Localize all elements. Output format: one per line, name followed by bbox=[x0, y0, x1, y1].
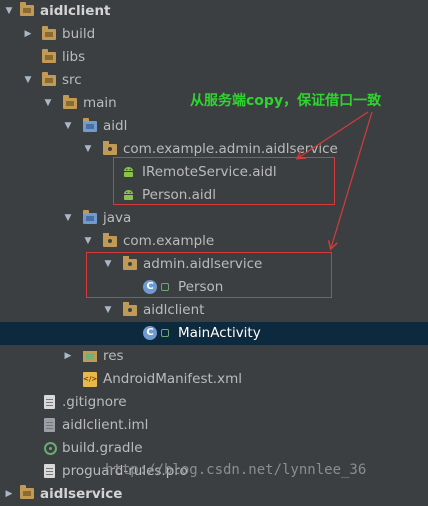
expand-arrow-icon[interactable]: ▼ bbox=[3, 0, 15, 23]
collapsed-arrow-icon[interactable]: ▶ bbox=[22, 23, 34, 46]
collapsed-arrow-icon[interactable]: ▶ bbox=[3, 483, 15, 506]
text-file-icon bbox=[44, 464, 55, 478]
source-folder-icon bbox=[83, 118, 97, 132]
tree-item-aidlclient[interactable]: ▼ aidlclient bbox=[0, 0, 428, 23]
tree-item-libs[interactable]: libs bbox=[0, 46, 428, 69]
tree-item-build[interactable]: ▶ build bbox=[0, 23, 428, 46]
tree-item-label: aidl bbox=[103, 118, 128, 134]
expand-arrow-icon[interactable]: ▼ bbox=[82, 230, 94, 253]
expand-arrow-icon[interactable]: ▼ bbox=[62, 115, 74, 138]
folder-icon bbox=[42, 49, 56, 63]
tree-item-src[interactable]: ▼ src bbox=[0, 69, 428, 92]
tree-item-label: build bbox=[62, 26, 96, 42]
folder-icon bbox=[63, 95, 77, 109]
tree-item-aidl[interactable]: ▼ aidl bbox=[0, 115, 428, 138]
tree-item-aidlservice[interactable]: ▶ aidlservice bbox=[0, 483, 428, 506]
module-folder-icon bbox=[20, 2, 34, 16]
collapsed-arrow-icon[interactable]: ▶ bbox=[62, 345, 74, 368]
tree-item-label: com.example bbox=[123, 233, 215, 249]
tree-item-gitignore[interactable]: .gitignore bbox=[0, 391, 428, 414]
tree-item-label: res bbox=[103, 348, 124, 364]
lock-icon bbox=[161, 329, 169, 337]
tree-item-res[interactable]: ▶ res bbox=[0, 345, 428, 368]
tree-item-java[interactable]: ▼ java bbox=[0, 207, 428, 230]
tree-item-client-package[interactable]: ▼ aidlclient bbox=[0, 299, 428, 322]
tree-item-label: AndroidManifest.xml bbox=[103, 371, 242, 387]
tree-item-build-gradle[interactable]: build.gradle bbox=[0, 437, 428, 460]
highlight-box-service-package bbox=[86, 252, 332, 298]
expand-arrow-icon[interactable]: ▼ bbox=[82, 138, 94, 161]
tree-item-label: java bbox=[103, 210, 132, 226]
tree-item-label: src bbox=[62, 72, 82, 88]
text-file-icon bbox=[44, 395, 55, 409]
tree-item-label: aidlclient bbox=[40, 3, 111, 19]
tree-item-label: main bbox=[83, 95, 117, 111]
expand-arrow-icon[interactable]: ▼ bbox=[42, 92, 54, 115]
annotation-text: 从服务端copy，保证借口一致 bbox=[190, 93, 382, 109]
module-file-icon bbox=[44, 418, 55, 432]
resource-folder-icon bbox=[83, 351, 97, 362]
gradle-icon bbox=[44, 442, 57, 455]
watermark-text: http://blog.csdn.net/lynnlee_36 bbox=[105, 462, 367, 478]
class-icon: C bbox=[143, 326, 157, 340]
tree-item-java-package[interactable]: ▼ com.example bbox=[0, 230, 428, 253]
source-folder-icon bbox=[83, 210, 97, 224]
folder-icon bbox=[42, 26, 56, 40]
tree-item-mainactivity[interactable]: C MainActivity bbox=[0, 322, 428, 345]
package-icon bbox=[123, 302, 137, 316]
tree-item-manifest[interactable]: </> AndroidManifest.xml bbox=[0, 368, 428, 391]
tree-item-label: libs bbox=[62, 49, 86, 65]
package-icon bbox=[103, 233, 117, 247]
tree-item-label: aidlclient.iml bbox=[62, 417, 149, 433]
expand-arrow-icon[interactable]: ▼ bbox=[102, 299, 114, 322]
highlight-box-aidl-files bbox=[113, 157, 335, 205]
tree-item-label: build.gradle bbox=[62, 440, 143, 456]
expand-arrow-icon[interactable]: ▼ bbox=[62, 207, 74, 230]
tree-item-label: aidlservice bbox=[40, 486, 123, 502]
tree-item-label: aidlclient bbox=[143, 302, 205, 318]
tree-item-iml[interactable]: aidlclient.iml bbox=[0, 414, 428, 437]
tree-item-label: .gitignore bbox=[62, 394, 127, 410]
folder-icon bbox=[42, 72, 56, 86]
module-folder-icon bbox=[20, 485, 34, 499]
tree-item-label: MainActivity bbox=[178, 325, 261, 341]
xml-file-icon: </> bbox=[83, 372, 97, 387]
package-icon bbox=[103, 141, 117, 155]
expand-arrow-icon[interactable]: ▼ bbox=[22, 69, 34, 92]
